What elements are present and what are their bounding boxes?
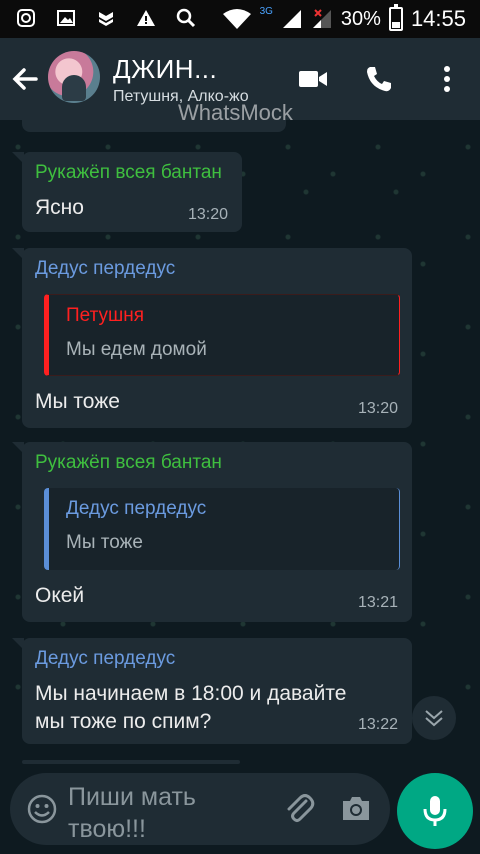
- quoted-message[interactable]: Дедус пердедус Мы тоже: [44, 488, 400, 570]
- status-bar: 3G 30% 14:55: [0, 0, 480, 38]
- placeholder-line-2: твою!!!: [68, 815, 146, 843]
- quoted-sender: Петушня: [66, 305, 145, 326]
- message-bubble[interactable]: Дедус пердедус Мы начинаем в 18:00 и дав…: [12, 638, 412, 744]
- clock: 14:55: [410, 6, 466, 31]
- attach-icon[interactable]: [282, 791, 316, 825]
- search-icon: [176, 8, 196, 28]
- more-options-button[interactable]: [430, 62, 464, 96]
- network-type: 3G: [259, 5, 273, 17]
- message-input[interactable]: Пиши мать твою!!!: [10, 773, 390, 845]
- message-sender: Дедус пердедус: [35, 258, 176, 279]
- phone-icon: [367, 67, 391, 92]
- wifi-icon: [222, 9, 251, 29]
- image-icon: [57, 10, 75, 26]
- more-vertical-icon: [444, 66, 450, 92]
- avatar[interactable]: [48, 51, 100, 103]
- scroll-down-button[interactable]: [412, 696, 456, 740]
- video-call-button[interactable]: [296, 62, 330, 96]
- battery-icon: [388, 4, 403, 31]
- warning-icon: [137, 10, 155, 26]
- instagram-icon: [17, 9, 35, 27]
- signal-icon-2: [312, 9, 331, 28]
- watermark: WhatsMock: [178, 100, 293, 125]
- message-time: 13:21: [357, 594, 398, 611]
- message-text-line-1: Мы начинаем в 18:00 и давайте: [35, 682, 347, 705]
- message-sender: Рукажёп всея бантан: [35, 452, 222, 473]
- quoted-sender: Дедус пердедус: [66, 498, 207, 519]
- back-arrow-icon[interactable]: [10, 64, 40, 94]
- message-time: 13:20: [187, 206, 228, 223]
- mic-icon: [423, 796, 447, 826]
- shield-icon: [99, 12, 113, 26]
- message-text: Мы тоже: [35, 390, 120, 413]
- message-sender: Дедус пердедус: [35, 648, 176, 669]
- message-sender: Рукажёп всея бантан: [35, 162, 222, 183]
- compose-bar: Пиши мать твою!!!: [0, 770, 480, 854]
- voice-record-button[interactable]: [397, 773, 473, 849]
- message-text-line-2: мы тоже по спим?: [35, 710, 212, 733]
- emoji-icon[interactable]: [26, 793, 58, 825]
- message-text: Ясно: [35, 196, 84, 219]
- signal-icon: [282, 10, 301, 28]
- message-text: Окей: [35, 584, 85, 607]
- quoted-text: Мы тоже: [66, 532, 143, 553]
- message-time: 13:22: [357, 716, 398, 733]
- quoted-message[interactable]: Петушня Мы едем домой: [44, 294, 400, 376]
- partial-message-bubble: [22, 760, 240, 764]
- chat-title[interactable]: ДЖИН...: [113, 54, 217, 85]
- chevron-down-icon: [425, 710, 443, 727]
- message-time: 13:20: [357, 400, 398, 417]
- message-bubble[interactable]: Рукажёп всея бантан Ясно 13:20: [12, 152, 242, 232]
- video-call-icon: [299, 71, 327, 87]
- placeholder-line-1: Пиши мать: [68, 783, 196, 811]
- chat-area[interactable]: Рукажёп всея бантан Ясно 13:20 Дедус пер…: [0, 120, 480, 770]
- message-input-placeholder: Пиши мать твою!!!: [68, 781, 268, 845]
- camera-icon[interactable]: [340, 793, 372, 823]
- message-bubble[interactable]: Рукажёп всея бантан Дедус пердедус Мы то…: [12, 442, 412, 622]
- battery-percent: 30%: [340, 7, 381, 30]
- message-bubble[interactable]: Дедус пердедус Петушня Мы едем домой Мы …: [12, 248, 412, 428]
- voice-call-button[interactable]: [362, 62, 396, 96]
- quoted-text: Мы едем домой: [66, 339, 207, 360]
